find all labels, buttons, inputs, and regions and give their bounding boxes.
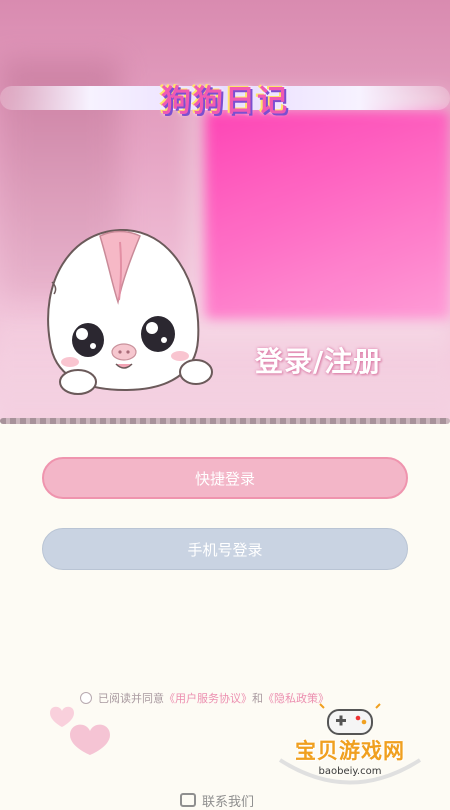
user-agreement-link[interactable]: 《用户服务协议》 <box>164 690 252 706</box>
site-watermark: 宝贝游戏网 baobeiy.com <box>270 700 430 795</box>
quick-login-button[interactable]: 快捷登录 <box>42 457 408 499</box>
logo-text: 狗狗日记 <box>161 84 289 119</box>
agreement-and: 和 <box>252 692 263 705</box>
background-screen-blur <box>205 110 450 320</box>
contact-us-label: 联系我们 <box>202 794 255 810</box>
game-logo: 狗狗日记 <box>0 78 450 122</box>
watermark-name: 宝贝游戏网 <box>295 739 405 763</box>
agreement-checkbox[interactable] <box>80 692 92 704</box>
phone-login-button[interactable]: 手机号登录 <box>42 528 408 570</box>
message-icon <box>180 793 196 807</box>
bunny-mascot-image <box>47 228 213 395</box>
hero-banner: 狗狗日记 登录/注册 <box>0 0 450 422</box>
page-title: 登录/注册 <box>255 345 383 378</box>
agreement-prefix: 已阅读并同意 <box>98 692 164 705</box>
contact-us-link[interactable]: 联系我们 <box>180 790 254 810</box>
watermark-url: baobeiy.com <box>318 766 382 777</box>
hero-divider <box>0 418 450 424</box>
